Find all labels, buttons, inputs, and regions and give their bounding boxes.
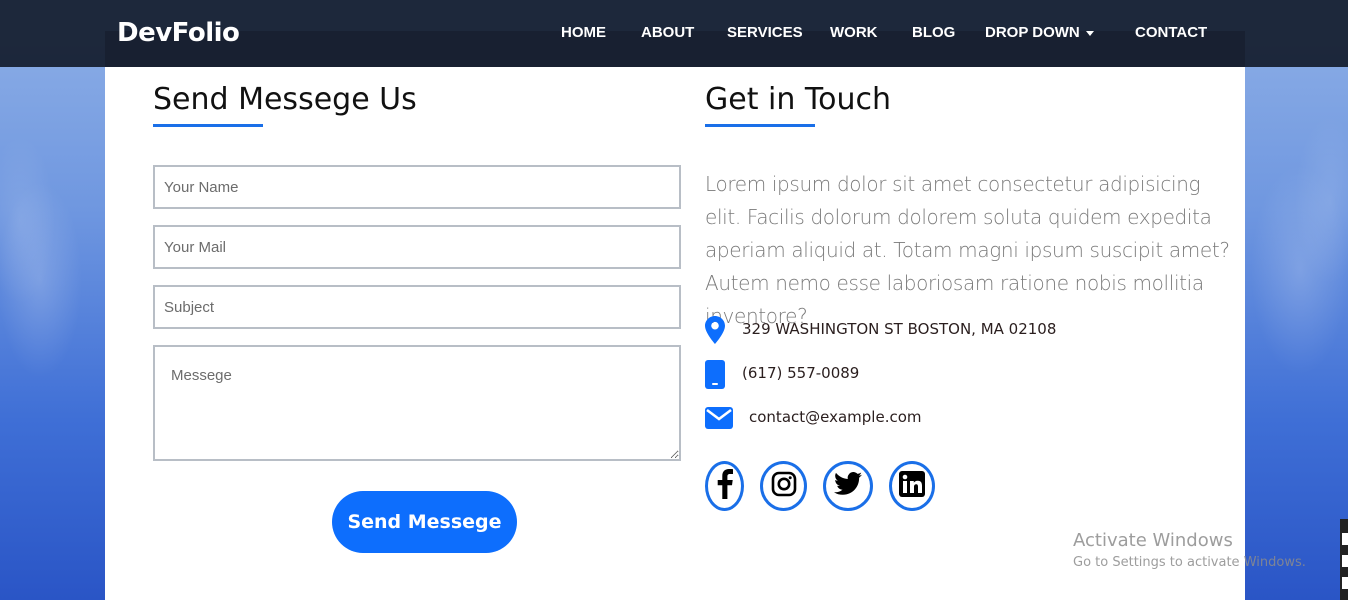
nav-about[interactable]: ABOUT xyxy=(641,24,694,41)
phone-icon xyxy=(705,360,725,393)
address-text: 329 WASHINGTON ST BOSTON, MA 02108 xyxy=(742,320,1057,338)
watermark-subtitle: Go to Settings to activate Windows. xyxy=(1073,555,1306,570)
form-title-underline xyxy=(153,124,263,127)
form-title: Send Messege Us xyxy=(153,82,417,117)
nav-work[interactable]: WORK xyxy=(830,24,878,41)
twitter-icon xyxy=(834,471,862,500)
nav-menu: HOME ABOUT SERVICES WORK BLOG DROP DOWN … xyxy=(0,24,1348,44)
map-pin-icon xyxy=(705,316,725,348)
linkedin-button[interactable] xyxy=(889,461,935,511)
windows-activation-watermark: Activate Windows Go to Settings to activ… xyxy=(1073,530,1306,570)
nav-home[interactable]: HOME xyxy=(561,24,606,41)
facebook-icon xyxy=(717,469,733,503)
email-input[interactable] xyxy=(153,225,681,269)
send-message-button[interactable]: Send Messege xyxy=(332,491,517,553)
nav-dropdown[interactable]: DROP DOWN xyxy=(985,24,1094,41)
name-input[interactable] xyxy=(153,165,681,209)
email-text: contact@example.com xyxy=(749,408,922,426)
caret-down-icon xyxy=(1085,30,1094,36)
facebook-button[interactable] xyxy=(705,461,744,511)
touch-title-underline xyxy=(705,124,815,127)
nav-dropdown-label: DROP DOWN xyxy=(985,24,1080,41)
subject-input[interactable] xyxy=(153,285,681,329)
watermark-title: Activate Windows xyxy=(1073,530,1233,551)
touch-title: Get in Touch xyxy=(705,82,891,117)
twitter-button[interactable] xyxy=(823,461,873,511)
envelope-icon xyxy=(705,407,733,433)
phone-text: (617) 557-0089 xyxy=(742,364,860,382)
nav-contact[interactable]: CONTACT xyxy=(1135,24,1207,41)
message-textarea[interactable] xyxy=(153,345,681,461)
edge-scroll-widget[interactable] xyxy=(1340,519,1348,600)
navbar: DevFolio HOME ABOUT SERVICES WORK BLOG D… xyxy=(0,0,1348,67)
nav-blog[interactable]: BLOG xyxy=(912,24,955,41)
touch-description: Lorem ipsum dolor sit amet consectetur a… xyxy=(705,172,1230,328)
linkedin-icon xyxy=(899,471,925,501)
nav-services[interactable]: SERVICES xyxy=(727,24,803,41)
instagram-icon xyxy=(771,471,797,501)
instagram-button[interactable] xyxy=(760,461,807,511)
